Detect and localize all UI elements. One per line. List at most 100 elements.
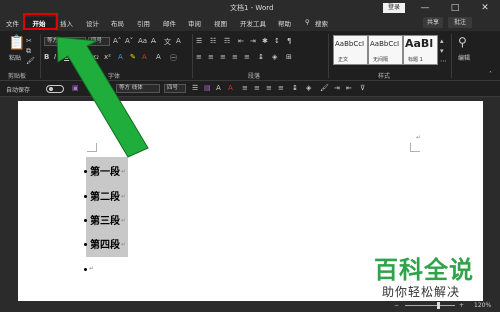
justify-icon[interactable]: ≡ [232,53,238,61]
subscript-icon[interactable]: x₂ [92,53,99,61]
qat-bullets-icon[interactable]: ☰ [192,84,198,92]
tab-developer[interactable]: 开发工具 [240,18,266,28]
list-item-1[interactable]: 第一段 [90,163,120,178]
style-name: 无间隔 [373,57,389,63]
char-shading-icon[interactable]: A [156,53,161,61]
change-case-icon[interactable]: Aa [138,37,147,45]
bullets-icon[interactable]: ☰ [196,37,202,45]
distributed-icon[interactable]: ≡ [244,53,250,61]
qat-outdent-icon[interactable]: ⇤ [346,84,352,92]
clear-format-icon[interactable]: A̶ [151,37,156,45]
find-icon[interactable]: ⚲ [458,35,467,49]
window-title: 文档1 - Word [230,4,274,12]
qat-align-center-icon[interactable]: ≡ [254,84,260,92]
qat-format-icon[interactable]: ▤ [204,84,211,92]
show-marks-icon[interactable]: ¶ [287,37,291,45]
list-item-2[interactable]: 第二段 [90,188,120,203]
minimize-button[interactable]: — [418,2,432,14]
numbering-icon[interactable]: ☷ [210,37,216,45]
cut-icon[interactable]: ✂ [26,37,32,45]
underline-icon[interactable]: U [64,53,69,61]
tab-layout[interactable]: 布局 [111,18,124,28]
format-painter-icon[interactable]: 🖌 [26,57,35,65]
font-group-label: 字体 [108,73,121,80]
styles-down-icon[interactable]: ▾ [440,47,444,55]
zoom-out-icon[interactable]: − [394,302,399,309]
decrease-indent-icon[interactable]: ⇤ [238,37,244,45]
qat-font-dropdown[interactable]: 等方 线体 [116,84,160,93]
login-button[interactable]: 登录 [383,3,405,13]
undo-icon[interactable]: ↶ [86,84,92,92]
align-left-icon[interactable]: ≡ [196,53,202,61]
qat-align-right-icon[interactable]: ≡ [266,84,272,92]
tab-file[interactable]: 文件 [6,18,19,28]
qat-size-dropdown[interactable]: 四号 [164,84,186,93]
font-name-dropdown[interactable]: 等方 [44,37,86,46]
share-button[interactable]: 共享 [423,17,443,28]
shading-icon[interactable]: ◈ [272,53,277,61]
styles-up-icon[interactable]: ▴ [440,37,444,45]
comment-button[interactable]: 批注 [448,17,472,28]
search-icon[interactable]: ⚲ [305,18,310,26]
list-bullet [84,170,87,173]
highlight-icon[interactable]: ✎ [130,53,136,61]
qat-indent-icon[interactable]: ⇥ [334,84,340,92]
copy-icon[interactable]: ⧉ [26,47,31,56]
qat-grow-icon[interactable]: A [216,84,221,92]
tab-view[interactable]: 视图 [214,18,227,28]
list-item-3[interactable]: 第三段 [90,212,120,227]
style-heading-1[interactable]: AaBl 标题 1 [403,35,438,65]
style-no-spacing[interactable]: AaBbCcI 无间隔 [368,35,403,65]
shrink-font-icon[interactable]: A˅ [125,37,133,45]
redo-icon[interactable]: ↷ [100,84,106,92]
superscript-icon[interactable]: x² [104,53,111,61]
tab-design[interactable]: 设计 [86,18,99,28]
tab-mailings[interactable]: 邮件 [163,18,176,28]
grow-font-icon[interactable]: A˄ [113,37,121,45]
bold-icon[interactable]: B [44,53,49,61]
strikethrough-icon[interactable]: ab [78,53,87,61]
qat-justify-icon[interactable]: ≡ [278,84,284,92]
tab-review[interactable]: 审阅 [188,18,201,28]
tab-help[interactable]: 帮助 [278,18,291,28]
align-right-icon[interactable]: ≡ [220,53,226,61]
qat-customize-icon[interactable]: ⊽ [360,84,365,92]
save-icon[interactable]: ▣ [72,84,79,92]
increase-indent-icon[interactable]: ⇥ [250,37,256,45]
paste-icon[interactable]: 📋 [8,35,25,51]
multilevel-list-icon[interactable]: ☶ [224,37,230,45]
borders-icon[interactable]: ⊞ [286,53,292,61]
zoom-thumb[interactable] [437,302,440,309]
list-item-4[interactable]: 第四段 [90,236,120,251]
qat-align-left-icon[interactable]: ≡ [242,84,248,92]
autosave-toggle[interactable]: 关 [46,85,107,93]
phonetic-icon[interactable]: 文 [164,37,171,47]
zoom-in-icon[interactable]: + [459,302,464,309]
font-size-dropdown[interactable]: 四号 [88,37,110,46]
qat-line-spacing-icon[interactable]: ↨ [292,84,298,92]
tab-insert[interactable]: 插入 [60,18,73,28]
zoom-slider[interactable] [405,305,455,306]
zoom-level[interactable]: 120% [474,302,491,309]
text-effects-icon[interactable]: A [118,53,123,61]
char-border-icon[interactable]: A [176,37,181,45]
sort-icon[interactable]: ↕ [274,37,280,45]
tab-search[interactable]: 搜索 [315,18,328,28]
tab-references[interactable]: 引用 [137,18,150,28]
line-spacing-icon[interactable]: ↨ [258,53,264,61]
close-button[interactable]: ✕ [478,2,492,14]
enclose-char-icon[interactable]: ㊀ [170,53,177,63]
italic-icon[interactable]: I [54,53,56,61]
styles-more-icon[interactable]: ⋯ [440,57,447,65]
qat-font-color-icon[interactable]: A [228,84,233,92]
align-center-icon[interactable]: ≡ [208,53,214,61]
style-sample: AaBbCcI [370,40,400,48]
title-bar: 文档1 - Word 登录 — □ ✕ [0,0,500,16]
chinese-layout-icon[interactable]: ✱ [262,37,268,45]
qat-shading-icon[interactable]: ◈ [306,84,311,92]
style-normal[interactable]: AaBbCcI 正文 [333,35,368,65]
maximize-button[interactable]: □ [448,2,462,14]
collapse-ribbon-icon[interactable]: ˄ [489,71,492,78]
font-color-icon[interactable]: A [142,53,147,61]
qat-format-painter-icon[interactable]: 🖌 [320,84,329,92]
